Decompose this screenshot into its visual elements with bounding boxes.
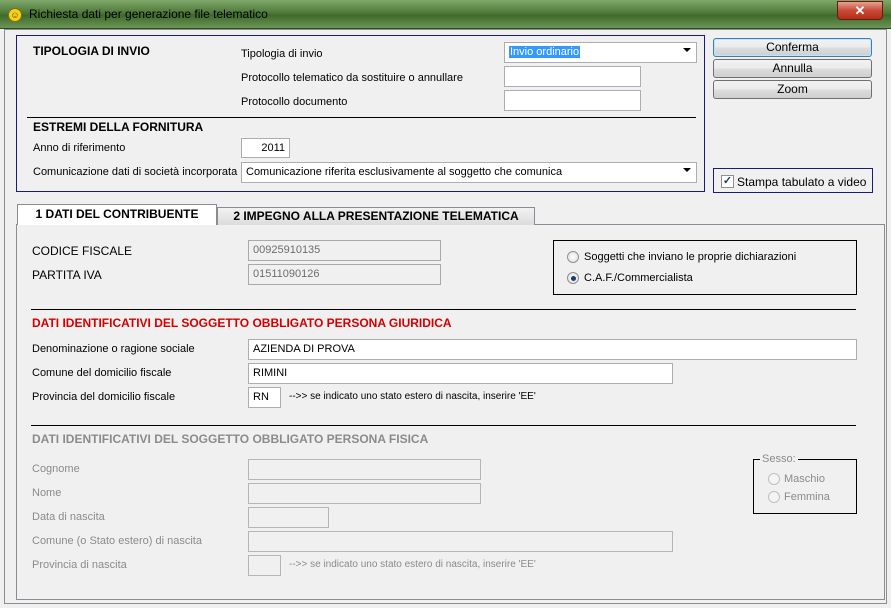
tab-impegno-presentazione[interactable]: 2 IMPEGNO ALLA PRESENTAZIONE TELEMATICA xyxy=(217,207,535,225)
tab-dati-contribuente[interactable]: 1 DATI DEL CONTRIBUENTE xyxy=(17,204,217,225)
data-nascita-input[interactable] xyxy=(248,507,329,528)
comune-domicilio-input[interactable]: RIMINI xyxy=(248,363,673,384)
anno-label: Anno di riferimento xyxy=(33,142,126,154)
divider xyxy=(27,117,696,118)
provincia-nascita-note: -->> se indicato uno stato estero di nas… xyxy=(289,559,536,570)
cognome-input[interactable] xyxy=(248,459,481,480)
conferma-button[interactable]: Conferma xyxy=(713,38,872,57)
radio-caf[interactable] xyxy=(567,272,579,284)
comune-domicilio-label: Comune del domicilio fiscale xyxy=(32,367,172,379)
provincia-domicilio-note: -->> se indicato uno stato estero di nas… xyxy=(289,391,536,402)
protocollo-sost-input[interactable] xyxy=(504,66,641,87)
denominazione-input[interactable]: AZIENDA DI PROVA xyxy=(248,339,857,360)
cf-label: CODICE FISCALE xyxy=(32,244,133,258)
radio-soggetti-label[interactable]: Soggetti che inviano le proprie dichiara… xyxy=(584,251,796,263)
sesso-group xyxy=(753,459,857,514)
stampa-label[interactable]: Stampa tabulato a video xyxy=(737,175,866,189)
protocollo-sost-label: Protocollo telematico da sostituire o an… xyxy=(241,72,463,84)
cf-input[interactable]: 00925910135 xyxy=(248,240,441,261)
radio-caf-label[interactable]: C.A.F./Commercialista xyxy=(584,272,693,284)
comune-nascita-label: Comune (o Stato estero) di nascita xyxy=(32,535,202,547)
tipologia-selected-value: Invio ordinario xyxy=(509,46,581,58)
nome-input[interactable] xyxy=(248,483,481,504)
tipologia-heading: TIPOLOGIA DI INVIO xyxy=(33,44,150,58)
piva-label: PARTITA IVA xyxy=(32,268,102,282)
divider xyxy=(31,309,856,310)
radio-maschio-label[interactable]: Maschio xyxy=(784,473,825,485)
provincia-domicilio-label: Provincia del domicilio fiscale xyxy=(32,391,176,403)
anno-input[interactable]: 2011 xyxy=(241,138,290,158)
sesso-legend: Sesso: xyxy=(760,453,798,465)
estremi-heading: ESTREMI DELLA FORNITURA xyxy=(33,120,204,134)
radio-femmina-label[interactable]: Femmina xyxy=(784,491,830,503)
comunicazione-label: Comunicazione dati di società incorporat… xyxy=(33,166,238,178)
data-nascita-label: Data di nascita xyxy=(32,511,105,523)
radio-femmina[interactable] xyxy=(768,491,780,503)
giuridica-heading: DATI IDENTIFICATIVI DEL SOGGETTO OBBLIGA… xyxy=(32,316,452,330)
provincia-nascita-input[interactable] xyxy=(248,555,281,576)
provincia-nascita-label: Provincia di nascita xyxy=(32,559,127,571)
tipologia-select[interactable]: Invio ordinario xyxy=(504,42,697,63)
piva-input[interactable]: 01511090126 xyxy=(248,264,441,285)
provincia-domicilio-input[interactable]: RN xyxy=(248,387,281,408)
protocollo-doc-input[interactable] xyxy=(504,90,641,111)
protocollo-doc-label: Protocollo documento xyxy=(241,96,348,108)
window-title: Richiesta dati per generazione file tele… xyxy=(29,7,268,21)
zoom-button[interactable]: Zoom xyxy=(713,80,872,99)
close-button[interactable]: ✕ xyxy=(837,1,883,20)
comunicazione-select[interactable]: Comunicazione riferita esclusivamente al… xyxy=(241,162,697,183)
cognome-label: Cognome xyxy=(32,463,80,475)
title-bar[interactable]: ☺ Richiesta dati per generazione file te… xyxy=(0,0,891,29)
tipologia-label: Tipologia di invio xyxy=(241,48,323,60)
comune-nascita-input[interactable] xyxy=(248,531,673,552)
nome-label: Nome xyxy=(32,487,62,499)
stampa-checkbox[interactable]: ✓ xyxy=(721,175,734,188)
tipo-soggetto-group xyxy=(553,240,857,295)
denominazione-label: Denominazione o ragione sociale xyxy=(32,343,195,355)
chevron-down-icon[interactable] xyxy=(683,48,691,52)
app-icon: ☺ xyxy=(8,8,22,22)
divider xyxy=(31,425,856,426)
chevron-down-icon[interactable] xyxy=(683,168,691,172)
comunicazione-selected-value: Comunicazione riferita esclusivamente al… xyxy=(246,166,563,178)
fisica-heading: DATI IDENTIFICATIVI DEL SOGGETTO OBBLIGA… xyxy=(32,432,429,446)
radio-maschio[interactable] xyxy=(768,473,780,485)
annulla-button[interactable]: Annulla xyxy=(713,59,872,78)
radio-soggetti[interactable] xyxy=(567,251,579,263)
